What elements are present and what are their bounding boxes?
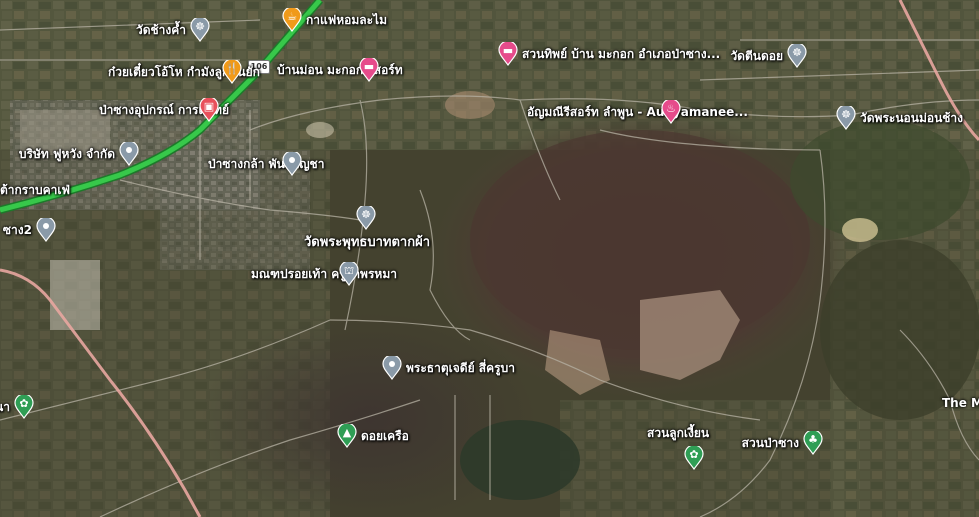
poi-rirathana[interactable]: ✿ รีรธนา xyxy=(0,395,34,419)
poi-suan-pasang[interactable]: ♣ สวนป่าซาง xyxy=(742,431,823,455)
temple-icon: ☸ xyxy=(190,18,210,42)
poi-suan-thip[interactable]: ▬ สวนทิพย์ บ้าน มะกอก อำเภอป่าซาง... xyxy=(498,42,720,66)
temple-icon: ☸ xyxy=(836,106,856,130)
temple-icon: ☸ xyxy=(787,44,807,68)
spa-icon: ♨ xyxy=(661,100,681,124)
poi-cafe-hom-lamai[interactable]: ☕ กาแฟหอมละไม xyxy=(282,8,387,32)
poi-doi-khruea[interactable]: ▲ ดอยเครือ xyxy=(337,424,409,448)
poi-takrab-cafe[interactable]: ต้ากราบคาเฟ่ xyxy=(0,183,70,197)
satellite-map[interactable]: 106 ☸ วัดช้างค้ำ ☕ กาแฟหอมละไม 🍴 ก๋วยเตี… xyxy=(0,0,979,517)
poi-ban-mon-makok-resort[interactable]: ▬ บ้านม่อน มะกอก รีสอร์ท xyxy=(277,58,403,82)
hotel-icon: ▬ xyxy=(498,42,518,66)
cafe-icon: ☕ xyxy=(282,8,302,32)
poi-mondop-footprint[interactable]: ⛫ มณฑปรอยเท้า ครูบาพรหมา xyxy=(251,262,397,286)
restaurant-icon: 🍴 xyxy=(222,60,242,84)
poi-fu-wang-company[interactable]: บริษัท ฟูหวัง จำกัด xyxy=(19,142,139,166)
poi-suan-luk-ngian[interactable]: ✿ xyxy=(684,446,704,470)
poi-wat-phra-phutthabat-tak-pha[interactable]: ☸ xyxy=(356,206,376,230)
hotel-icon: ▬ xyxy=(359,58,379,82)
poi-phra-that-chedi[interactable]: พระธาตุเจดีย์ สี่ครูบา xyxy=(382,356,515,380)
poi-wat-chang-kham[interactable]: ☸ วัดช้างค้ำ xyxy=(136,18,210,42)
poi-aunyamanee-resort[interactable]: ♨ อัญมณีรีสอร์ท ลำพูน - Aunyamanee... xyxy=(527,100,748,124)
place-icon xyxy=(382,356,402,380)
mountain-icon: ▲ xyxy=(337,424,357,448)
place-icon xyxy=(36,218,56,242)
poi-noodle-shop[interactable]: 🍴 ก๋วยเตี๋ยวโอ้โห กำมังลูกชิ้นยัก xyxy=(108,60,260,84)
poi-the-m[interactable]: The M xyxy=(942,396,979,410)
shopping-icon: ▣ xyxy=(199,98,219,122)
garden-icon: ✿ xyxy=(14,395,34,419)
poi-wat-tin-doi[interactable]: ☸ วัดตีนดอย xyxy=(730,44,807,68)
garden-icon: ✿ xyxy=(684,446,704,470)
poi-wat-phra-non-mon-chang[interactable]: ☸ วัดพระนอนม่อนช้าง xyxy=(836,106,963,130)
place-icon xyxy=(119,142,139,166)
poi-wat-phra-phutthabat-label: วัดพระพุทธบาทตากผ้า xyxy=(304,235,431,250)
monument-icon: ⛫ xyxy=(339,262,359,286)
poi-suan-luk-ngian-label: สวนลูกเงี้ยน xyxy=(647,426,710,440)
poi-pasang-medical[interactable]: ▣ ป่าซางอุปกรณ์ การแพทย์ xyxy=(99,98,229,122)
temple-icon: ☸ xyxy=(356,206,376,230)
park-icon: ♣ xyxy=(803,431,823,455)
poi-sang2[interactable]: ซาง2 xyxy=(3,218,56,242)
place-icon xyxy=(282,152,302,176)
poi-pasang-kla[interactable]: ป่าซางกล้า พันธุ์กัญชา xyxy=(208,152,324,176)
